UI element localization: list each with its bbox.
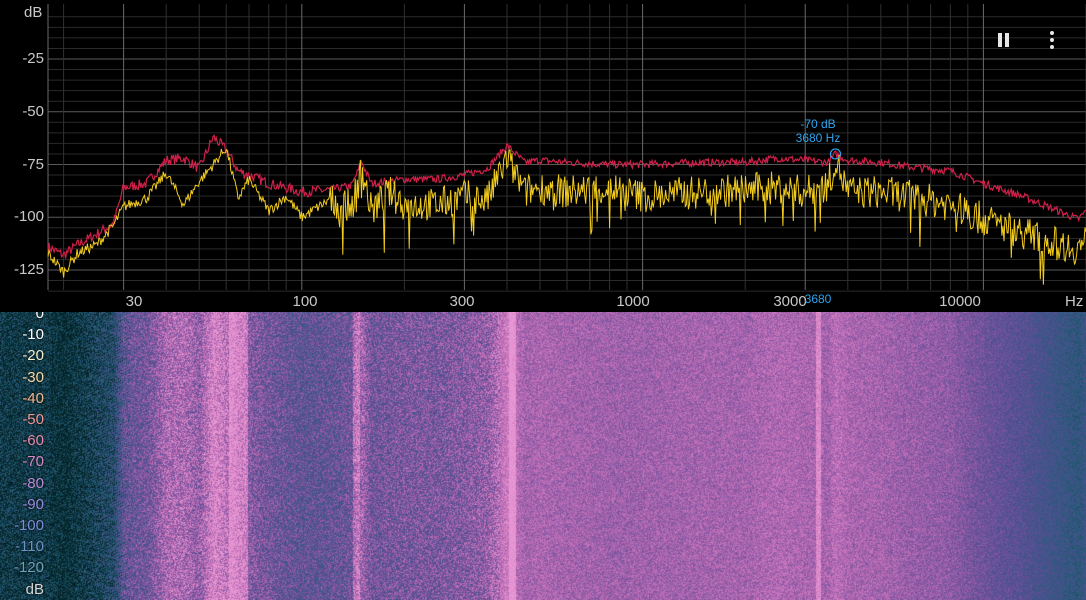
spectrogram-scale-label: -40 bbox=[22, 389, 44, 407]
x-tick-label: 100 bbox=[292, 293, 318, 310]
y-tick-label: -50 bbox=[22, 103, 44, 120]
peak-level-label: -70 dB bbox=[800, 117, 836, 131]
spectrogram-scale-label: -50 bbox=[22, 411, 44, 428]
spectrogram-scale-label: -30 bbox=[22, 368, 44, 386]
spectrogram-scale-label: -60 bbox=[22, 432, 44, 450]
spectrogram-scale-label: -90 bbox=[22, 495, 44, 513]
spectrogram-scale-label: -70 bbox=[22, 453, 44, 471]
y-tick-label: -100 bbox=[13, 208, 44, 225]
spectrogram-scale-label: -100 bbox=[13, 517, 44, 534]
spectrum-plot[interactable] bbox=[0, 0, 1086, 312]
spectrogram-scale-label: -120 bbox=[13, 559, 44, 577]
spectrogram-scale-label: -20 bbox=[22, 347, 44, 365]
spectrogram-unit-label: dB bbox=[25, 580, 44, 598]
y-tick-label: -125 bbox=[13, 261, 44, 278]
x-tick-label: 300 bbox=[449, 293, 475, 310]
peak-frequency-label: 3680 Hz bbox=[795, 131, 841, 145]
spectrogram-scale-label: -110 bbox=[15, 538, 44, 556]
peak-axis-label: 3680 bbox=[804, 292, 832, 306]
more-options-button[interactable] bbox=[1038, 26, 1066, 54]
spectrum-grid bbox=[47, 4, 1086, 292]
spectrum-panel[interactable]: dB -25 -50 -75 -100 -125 30 100 300 1000… bbox=[0, 0, 1086, 312]
y-axis-unit: dB bbox=[24, 4, 43, 21]
x-tick-label: 30 bbox=[125, 293, 143, 310]
pause-button[interactable] bbox=[990, 26, 1018, 54]
y-tick-label: -75 bbox=[22, 156, 44, 173]
x-tick-label: 10000 bbox=[939, 293, 981, 310]
spectrogram-panel[interactable]: 0 -10 -20 -30 -40 -50 -60 -70 -80 -90 -100 -110 -120… bbox=[0, 312, 1086, 600]
spectrogram-canvas[interactable] bbox=[0, 312, 1086, 600]
peak-readout: -70 dB 3680 Hz bbox=[796, 117, 841, 145]
spectrogram-scale-label: -80 bbox=[22, 474, 44, 492]
x-tick-label: 3000 bbox=[773, 293, 807, 310]
spectrogram-scale-label: -10 bbox=[22, 326, 44, 344]
spectrogram-scale-label: 0 bbox=[35, 312, 44, 322]
x-axis-unit: Hz bbox=[1065, 293, 1084, 310]
y-tick-label: -25 bbox=[22, 50, 44, 67]
x-tick-label: 1000 bbox=[616, 293, 650, 310]
